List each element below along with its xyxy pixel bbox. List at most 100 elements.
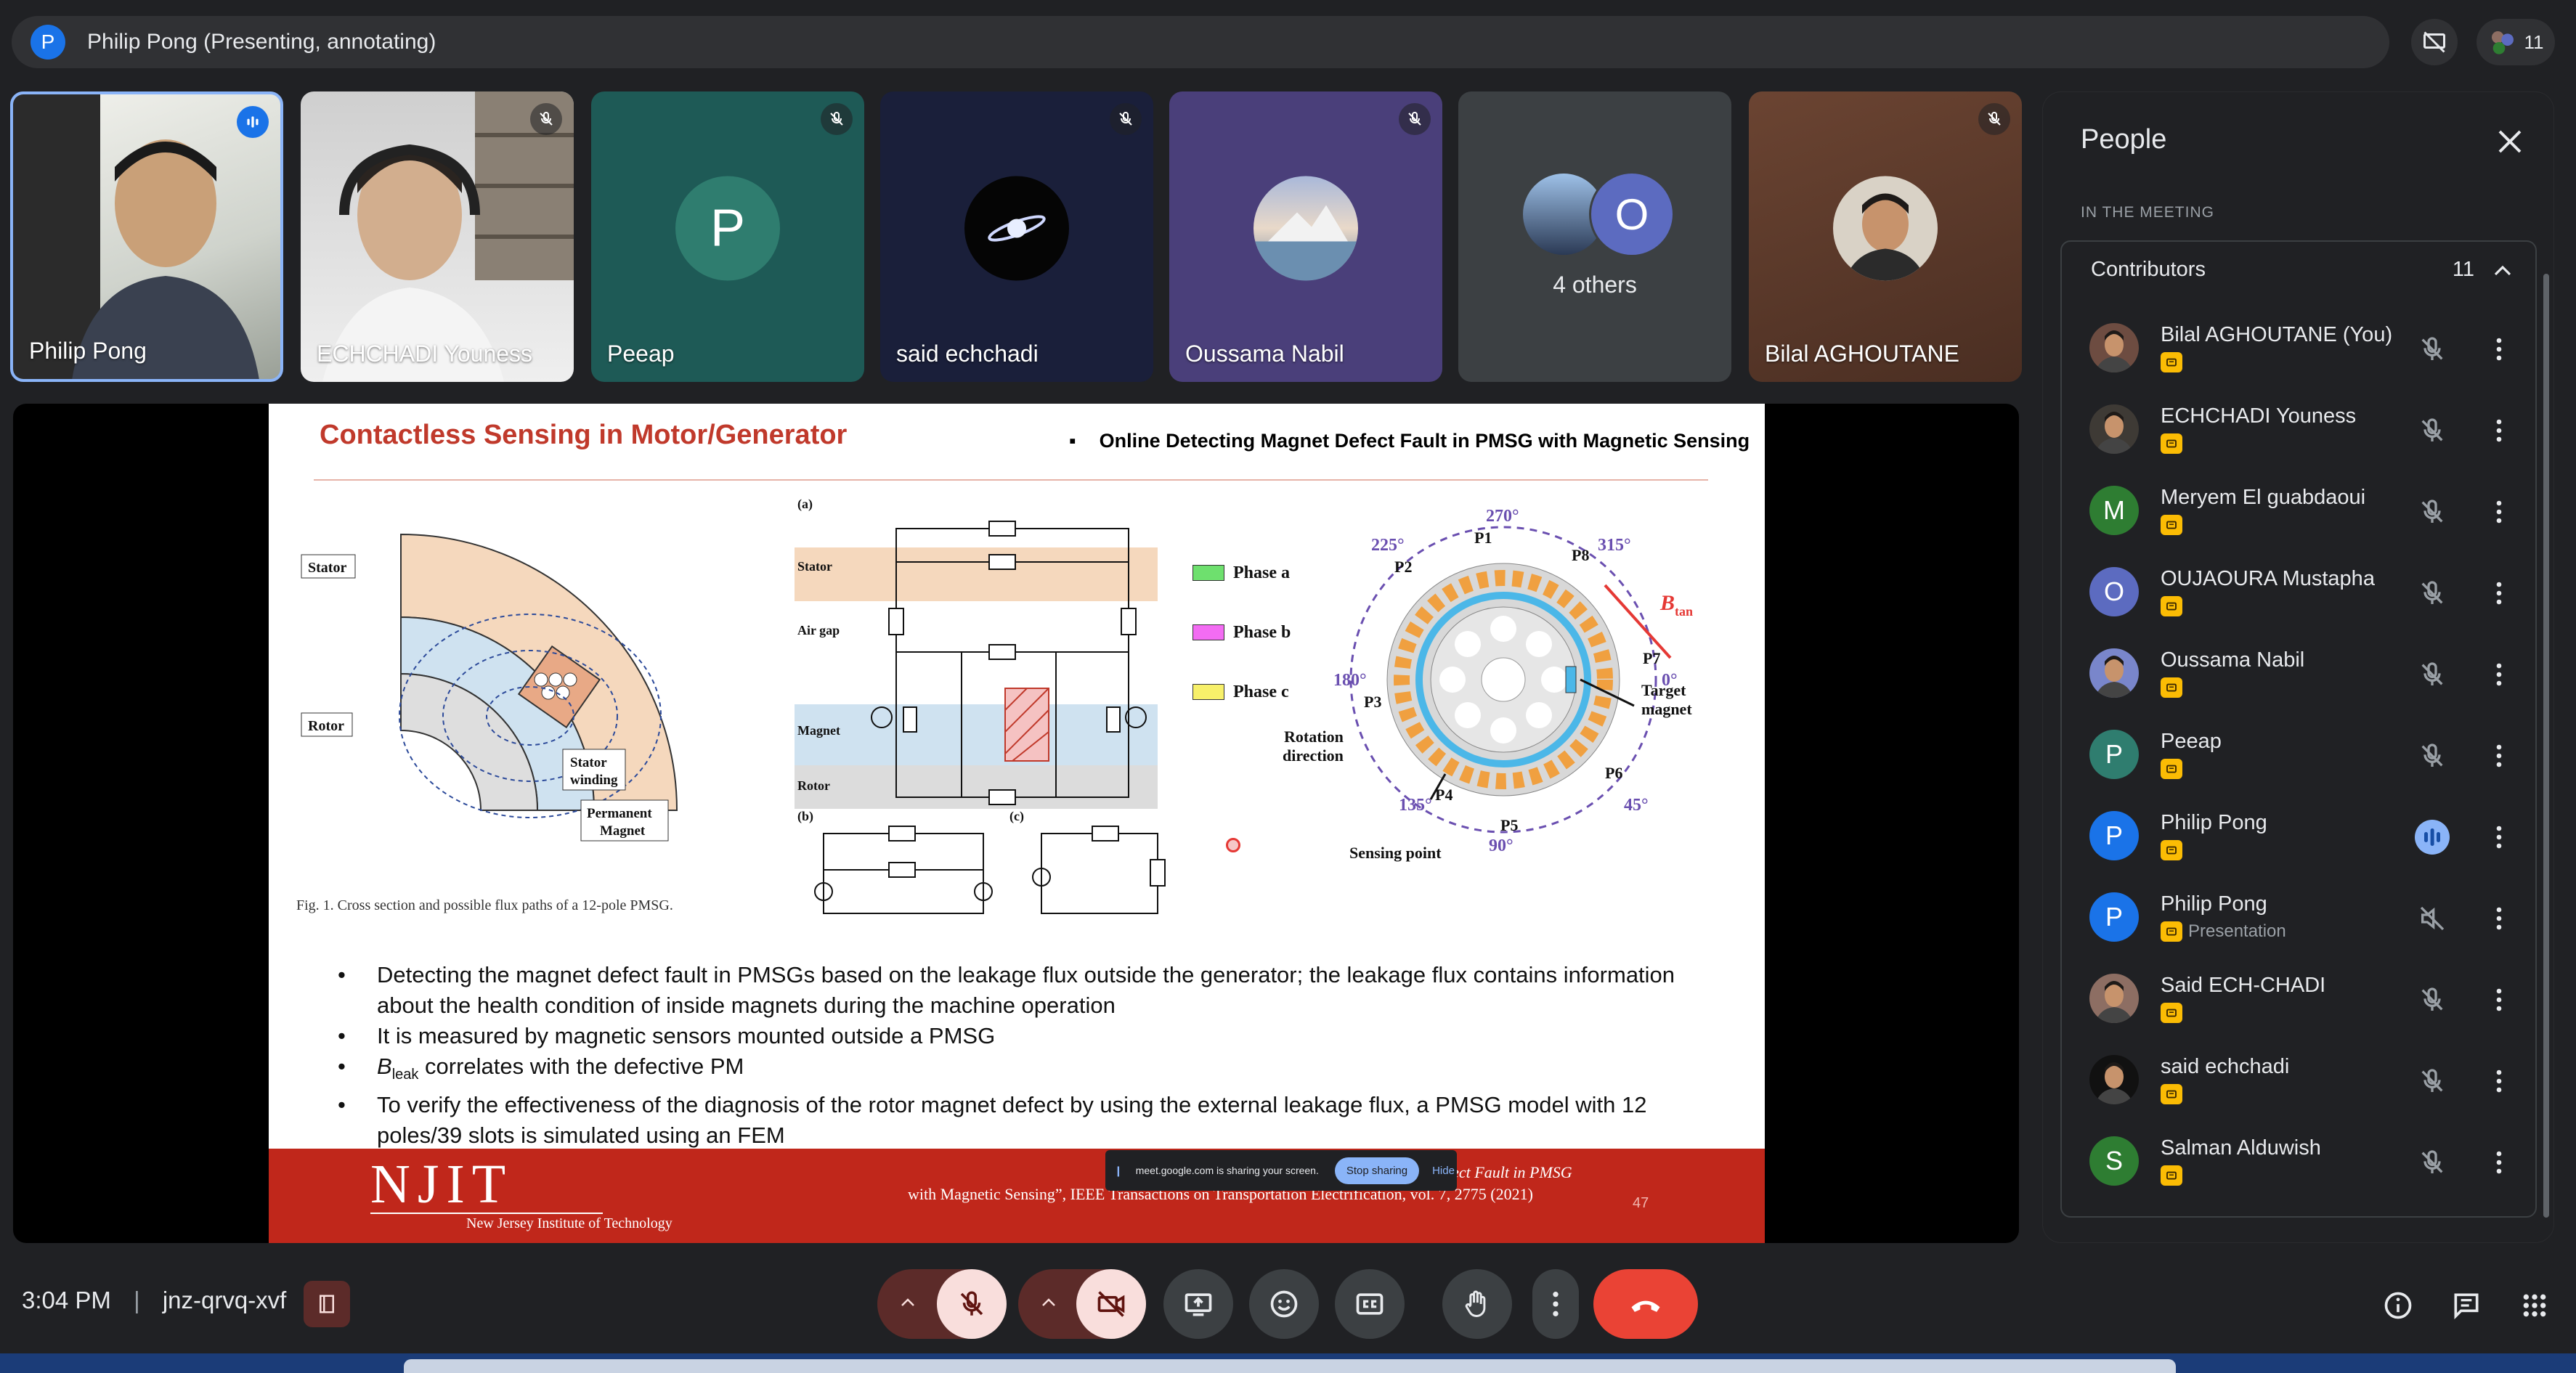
participant-name: Bilal AGHOUTANE (You) (2161, 323, 2393, 346)
avatar (964, 176, 1069, 281)
mic-off-icon[interactable] (2415, 657, 2450, 692)
group-title[interactable]: Contributors (2091, 258, 2206, 282)
svg-text:Permanent: Permanent (587, 806, 652, 821)
participant-row[interactable]: P Philip Pong (2062, 795, 2535, 876)
svg-text:magnet: magnet (1641, 700, 1692, 718)
slide-subtitle: ▪ Online Detecting Magnet Defect Fault in… (1069, 430, 1750, 452)
volume-off-icon[interactable] (2415, 901, 2450, 936)
tile-oussama-nabil[interactable]: Oussama Nabil (1169, 91, 1442, 382)
more-vert-icon[interactable] (2490, 657, 2508, 692)
svg-text:Rotation: Rotation (1284, 728, 1344, 746)
divider (314, 479, 1708, 481)
meeting-info-icon[interactable] (2376, 1284, 2420, 1327)
mic-off-icon[interactable] (2415, 576, 2450, 611)
tile-others[interactable]: O 4 others (1458, 91, 1731, 382)
participant-row[interactable]: said echchadi (2062, 1039, 2535, 1120)
participant-row[interactable]: Oussama Nabil (2062, 632, 2535, 714)
bullet: Detecting the magnet defect fault in PMS… (338, 960, 1718, 1021)
captions-button[interactable] (1335, 1269, 1405, 1339)
close-icon[interactable] (2492, 124, 2527, 159)
chat-icon[interactable] (2445, 1284, 2488, 1327)
participant-row[interactable]: M Meryem El guabdaoui (2062, 470, 2535, 551)
contributor-badge-icon (2161, 1084, 2182, 1104)
participant-row[interactable]: S Salman Alduwish (2062, 1120, 2535, 1202)
mic-off-icon[interactable] (2415, 1064, 2450, 1099)
mic-off-icon (960, 1291, 983, 1316)
mic-off-icon[interactable] (2415, 738, 2450, 773)
avatar: P (2089, 811, 2139, 860)
participant-row[interactable]: Bilal AGHOUTANE (You) (2062, 307, 2535, 388)
more-vert-icon[interactable] (2490, 413, 2508, 448)
contributor-badge-icon (2161, 840, 2182, 860)
hide-button[interactable]: Hide (1432, 1165, 1455, 1177)
participant-row[interactable]: ECHCHADI Youness (2062, 388, 2535, 470)
participant-row[interactable]: P Peeap (2062, 714, 2535, 795)
mic-off-icon[interactable] (2415, 1145, 2450, 1180)
participant-row[interactable]: O OUJAOURA Mustapha (2062, 551, 2535, 632)
tile-name: Philip Pong (29, 338, 147, 364)
contributor-badge-icon (2161, 677, 2182, 698)
mic-off-icon[interactable] (2415, 332, 2450, 367)
tile-philip-pong[interactable]: Philip Pong (10, 91, 283, 382)
meeting-details-icon[interactable] (304, 1281, 350, 1327)
svg-text:(b): (b) (797, 809, 813, 824)
captions-icon (1356, 1293, 1384, 1315)
scrollbar[interactable] (2543, 274, 2549, 1218)
more-vert-icon[interactable] (2490, 982, 2508, 1017)
avatar: P (2089, 730, 2139, 779)
camera-button[interactable] (1076, 1269, 1146, 1339)
mic-options-chevron-icon[interactable] (899, 1297, 917, 1312)
stop-sharing-button[interactable]: Stop sharing (1334, 1157, 1420, 1184)
more-vert-icon[interactable] (2490, 820, 2508, 855)
participant-row[interactable]: Said ECH-CHADI (2062, 958, 2535, 1039)
contributors-group: Contributors 11 Bilal AGHOUTANE (You) ECH… (2060, 240, 2537, 1218)
participants-button[interactable]: 11 (2477, 19, 2555, 65)
participant-name: Oussama Nabil (2161, 648, 2305, 672)
tile-name: Oussama Nabil (1185, 341, 1344, 367)
tile-said-echchadi[interactable]: said echchadi (880, 91, 1153, 382)
more-vert-icon[interactable] (2490, 332, 2508, 367)
more-vert-icon[interactable] (2490, 738, 2508, 773)
more-vert-icon[interactable] (2490, 1145, 2508, 1180)
contributor-badge-icon (2161, 759, 2182, 779)
present-button[interactable] (1163, 1269, 1233, 1339)
participant-name: Peeap (2161, 730, 2222, 753)
speaking-indicator-icon[interactable] (2415, 820, 2450, 855)
svg-text:P3: P3 (1364, 693, 1381, 711)
sharing-text: meet.google.com is sharing your screen. (1135, 1165, 1319, 1176)
tile-peeap[interactable]: P Peeap (591, 91, 864, 382)
reactions-button[interactable] (1249, 1269, 1319, 1339)
participant-name: Said ECH-CHADI (2161, 974, 2326, 997)
avatar: O (1589, 171, 1675, 257)
stop-presenting-view-icon[interactable] (2411, 19, 2458, 65)
svg-text:270°: 270° (1486, 507, 1519, 526)
mute-mic-button[interactable] (937, 1269, 1007, 1339)
contributor-badge-icon (2161, 433, 2182, 454)
participant-row[interactable]: P Philip Pong Presentation (2062, 876, 2535, 958)
more-vert-icon[interactable] (2490, 1064, 2508, 1099)
tile-bilal-aghoutane[interactable]: Bilal AGHOUTANE (1749, 91, 2022, 382)
chevron-up-icon[interactable] (2492, 264, 2514, 282)
svg-text:Sensing point: Sensing point (1349, 844, 1442, 862)
bullet: Bleak correlates with the defective PM (338, 1051, 1718, 1090)
page-number: 47 (1633, 1195, 1649, 1211)
avatar (2089, 1055, 2139, 1104)
tile-echchadi-youness[interactable]: ECHCHADI Youness (301, 91, 574, 382)
more-vert-icon[interactable] (2490, 576, 2508, 611)
mic-off-icon[interactable] (2415, 494, 2450, 529)
mic-off-icon[interactable] (2415, 413, 2450, 448)
svg-text:P8: P8 (1572, 546, 1589, 564)
camera-options-chevron-icon[interactable] (1040, 1297, 1057, 1312)
more-vert-icon[interactable] (2490, 901, 2508, 936)
avatar (2089, 648, 2139, 698)
leave-call-button[interactable] (1593, 1269, 1698, 1339)
mic-off-icon[interactable] (2415, 982, 2450, 1017)
more-options-button[interactable] (1532, 1269, 1579, 1339)
svg-text:Stator: Stator (797, 559, 832, 574)
raise-hand-button[interactable] (1442, 1269, 1512, 1339)
svg-text:Magnet: Magnet (797, 723, 840, 738)
activities-icon[interactable] (2513, 1284, 2556, 1327)
more-vert-icon[interactable] (2490, 494, 2508, 529)
muted-mic-icon (1399, 103, 1431, 135)
tile-name: Peeap (607, 341, 675, 367)
